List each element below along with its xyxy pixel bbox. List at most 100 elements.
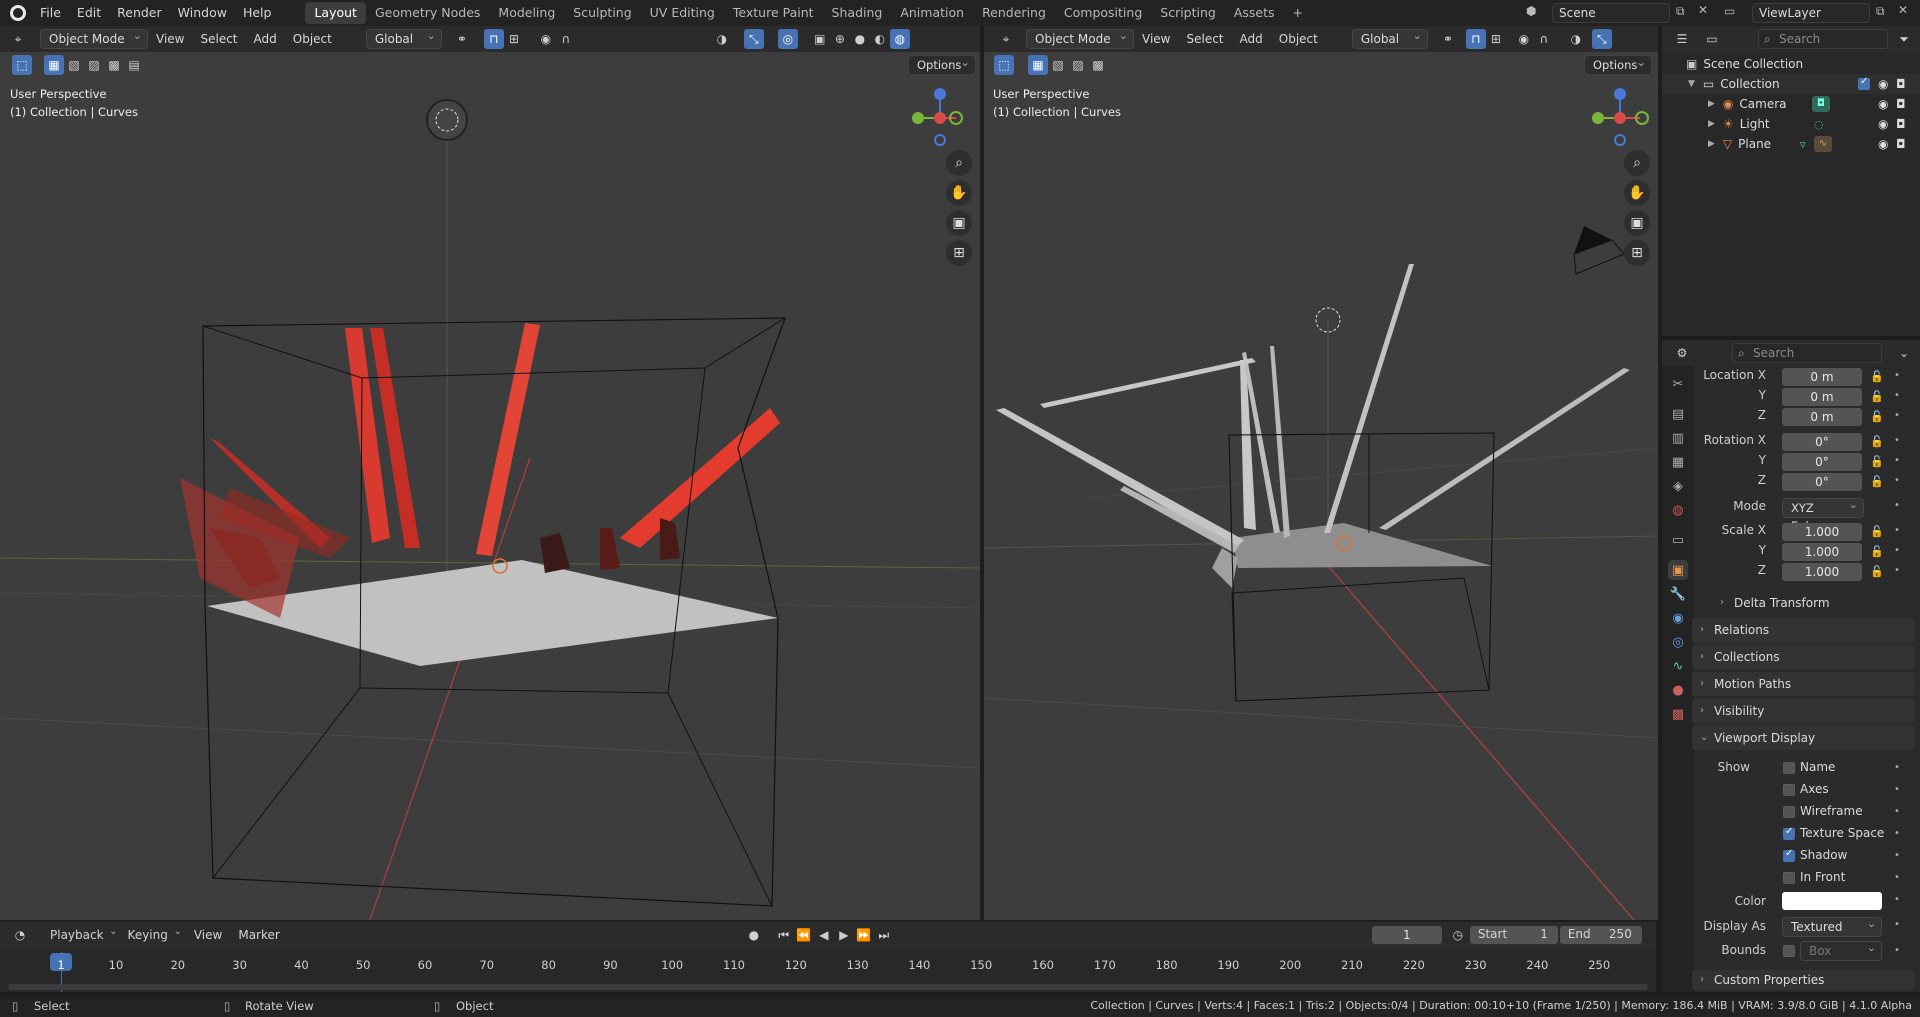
expand-arrow-icon[interactable]: ▶ xyxy=(1708,99,1715,109)
menu-edit[interactable]: Edit xyxy=(69,0,109,26)
ortho-grid-icon[interactable]: ⊞ xyxy=(946,240,972,266)
outliner-item-camera[interactable]: ▶ ◉ Camera ◘ ◉ ◘ xyxy=(1662,94,1920,114)
lock-icon[interactable]: 🔓 xyxy=(1870,545,1884,558)
object-data-tab-icon[interactable]: ∿ xyxy=(1668,656,1688,676)
mesh-data-icon[interactable]: ▿ xyxy=(1800,138,1806,151)
keyframe-dot-icon[interactable]: • xyxy=(1894,565,1900,576)
menu-file[interactable]: File xyxy=(32,0,69,26)
show-name-checkbox[interactable] xyxy=(1783,762,1795,774)
custom-properties-panel[interactable]: › Custom Properties xyxy=(1692,970,1914,990)
right-select-mode-subtract-icon[interactable]: ▨ xyxy=(1068,55,1088,75)
rotation-y-field[interactable]: 0° xyxy=(1782,453,1862,471)
modifier-icon[interactable]: ∿ xyxy=(1814,136,1832,152)
keyframe-dot-icon[interactable]: • xyxy=(1894,872,1900,883)
expand-arrow-icon[interactable]: ▼ xyxy=(1688,79,1695,89)
select-tool-icon[interactable]: ⬚ xyxy=(12,55,32,75)
pivot-icon[interactable]: ⚭ xyxy=(452,29,472,49)
workspace-tab-modeling[interactable]: Modeling xyxy=(489,2,564,24)
collection-visibility-eye-icon[interactable]: ◉ xyxy=(1878,77,1888,91)
jump-keyframe-forward-icon[interactable]: ⏩ xyxy=(854,925,874,945)
tool-tab-icon[interactable]: ✂ xyxy=(1668,374,1688,394)
object-tab-icon[interactable]: ▣ xyxy=(1668,560,1688,580)
bounds-type-dropdown[interactable]: Box xyxy=(1800,939,1882,961)
location-x-field[interactable]: 0 m xyxy=(1782,368,1862,386)
collection-tab-icon[interactable]: ▭ xyxy=(1668,530,1688,550)
overlay-toggle-icon[interactable]: ◎ xyxy=(777,29,798,49)
gizmo-toggle-icon[interactable]: ⤡ xyxy=(743,29,764,49)
visibility-icon[interactable]: ◑ xyxy=(712,29,732,49)
lock-icon[interactable]: 🔓 xyxy=(1870,455,1884,468)
jump-start-icon[interactable]: ⏮ xyxy=(774,925,794,945)
collection-exclude-checkbox[interactable] xyxy=(1858,76,1870,90)
keyframe-dot-icon[interactable]: • xyxy=(1894,828,1900,839)
keyframe-dot-icon[interactable]: • xyxy=(1894,390,1900,401)
bounds-checkbox[interactable] xyxy=(1783,945,1795,957)
left-menu-view[interactable]: View xyxy=(148,32,192,46)
current-frame-field[interactable]: 1 xyxy=(1371,926,1442,944)
pan-hand-icon[interactable]: ✋ xyxy=(946,180,972,206)
menu-window[interactable]: Window xyxy=(170,0,235,26)
right-camera-view-icon[interactable]: ▣ xyxy=(1624,210,1650,236)
plane-render-icon[interactable]: ◘ xyxy=(1896,137,1906,151)
workspace-tab-sculpting[interactable]: Sculpting xyxy=(564,2,640,24)
select-mode-extend-icon[interactable]: ▧ xyxy=(64,55,84,75)
visibility-panel[interactable]: › Visibility xyxy=(1692,699,1914,723)
jump-keyframe-back-icon[interactable]: ⏪ xyxy=(794,925,814,945)
right-gizmo-toggle-icon[interactable]: ⤡ xyxy=(1591,29,1612,49)
timeline-scrollbar[interactable] xyxy=(8,984,1648,990)
workspace-tab-uv-editing[interactable]: UV Editing xyxy=(641,2,724,24)
rotation-mode-dropdown[interactable]: XYZ Euler xyxy=(1782,496,1864,533)
right-ortho-grid-icon[interactable]: ⊞ xyxy=(1624,240,1650,266)
rotation-x-field[interactable]: 0° xyxy=(1782,433,1862,451)
view-layer-field[interactable]: ViewLayer xyxy=(1752,3,1870,23)
right-menu-add[interactable]: Add xyxy=(1232,32,1271,46)
collections-panel[interactable]: › Collections xyxy=(1692,645,1914,669)
proportional-edit-icon[interactable]: ◉ xyxy=(536,29,556,49)
select-mode-new-icon[interactable]: ▦ xyxy=(44,55,64,75)
menu-render[interactable]: Render xyxy=(109,0,170,26)
shading-wireframe-icon[interactable]: ⊕ xyxy=(830,29,850,49)
view-layer-type-icon[interactable]: ▭ xyxy=(1724,4,1735,18)
keyframe-dot-icon[interactable]: • xyxy=(1894,410,1900,421)
right-mode-dropdown[interactable]: Object Mode xyxy=(1026,27,1134,49)
play-icon[interactable]: ▶ xyxy=(834,925,854,945)
scale-z-field[interactable]: 1.000 xyxy=(1782,563,1862,581)
right-menu-object[interactable]: Object xyxy=(1271,32,1326,46)
properties-editor-type-icon[interactable]: ⚙ xyxy=(1672,343,1692,363)
keyframe-dot-icon[interactable]: • xyxy=(1894,435,1900,446)
timeline-editor-type-icon[interactable]: ◔ xyxy=(10,925,30,945)
delete-view-layer-icon[interactable]: ✕ xyxy=(1898,3,1908,17)
lock-icon[interactable]: 🔓 xyxy=(1870,390,1884,403)
scale-y-field[interactable]: 1.000 xyxy=(1782,543,1862,561)
left-menu-add[interactable]: Add xyxy=(246,32,285,46)
record-icon[interactable]: ● xyxy=(744,925,764,945)
right-menu-view[interactable]: View xyxy=(1134,32,1178,46)
keyframe-dot-icon[interactable]: • xyxy=(1894,850,1900,861)
play-reverse-icon[interactable]: ◀ xyxy=(814,925,834,945)
lock-icon[interactable]: 🔓 xyxy=(1870,410,1884,423)
right-select-mode-new-icon[interactable]: ▦ xyxy=(1028,55,1048,75)
keyframe-dot-icon[interactable]: • xyxy=(1894,762,1900,773)
light-render-icon[interactable]: ◘ xyxy=(1896,117,1906,131)
lock-icon[interactable]: 🔓 xyxy=(1870,370,1884,383)
light-data-icon[interactable]: ◌ xyxy=(1814,118,1824,131)
outliner-display-mode-icon[interactable]: ▭ xyxy=(1702,29,1722,49)
location-z-field[interactable]: 0 m xyxy=(1782,408,1862,426)
viewport-display-panel[interactable]: ⌄ Viewport Display xyxy=(1692,726,1914,750)
display-as-dropdown[interactable]: Textured xyxy=(1782,915,1882,937)
end-frame-field[interactable]: End 250 xyxy=(1559,926,1642,944)
right-visibility-icon[interactable]: ◑ xyxy=(1566,29,1586,49)
location-y-field[interactable]: 0 m xyxy=(1782,388,1862,406)
editor-type-icon[interactable]: ⌖ xyxy=(8,29,28,49)
light-visibility-eye-icon[interactable]: ◉ xyxy=(1878,117,1888,131)
lock-icon[interactable]: 🔓 xyxy=(1870,435,1884,448)
left-options-button[interactable]: Options xyxy=(908,53,976,75)
outliner-collection-row[interactable]: ▼ ▭ Collection ◉ ◘ xyxy=(1662,74,1920,94)
scene-type-icon[interactable]: ⬢ xyxy=(1526,4,1536,18)
menu-help[interactable]: Help xyxy=(235,0,280,26)
workspace-tab-shading[interactable]: Shading xyxy=(823,2,892,24)
texture-tab-icon[interactable]: ▩ xyxy=(1668,704,1688,724)
workspace-tab-layout[interactable]: Layout xyxy=(305,2,366,24)
left-menu-select[interactable]: Select xyxy=(192,32,245,46)
right-editor-type-icon[interactable]: ⌖ xyxy=(996,29,1016,49)
